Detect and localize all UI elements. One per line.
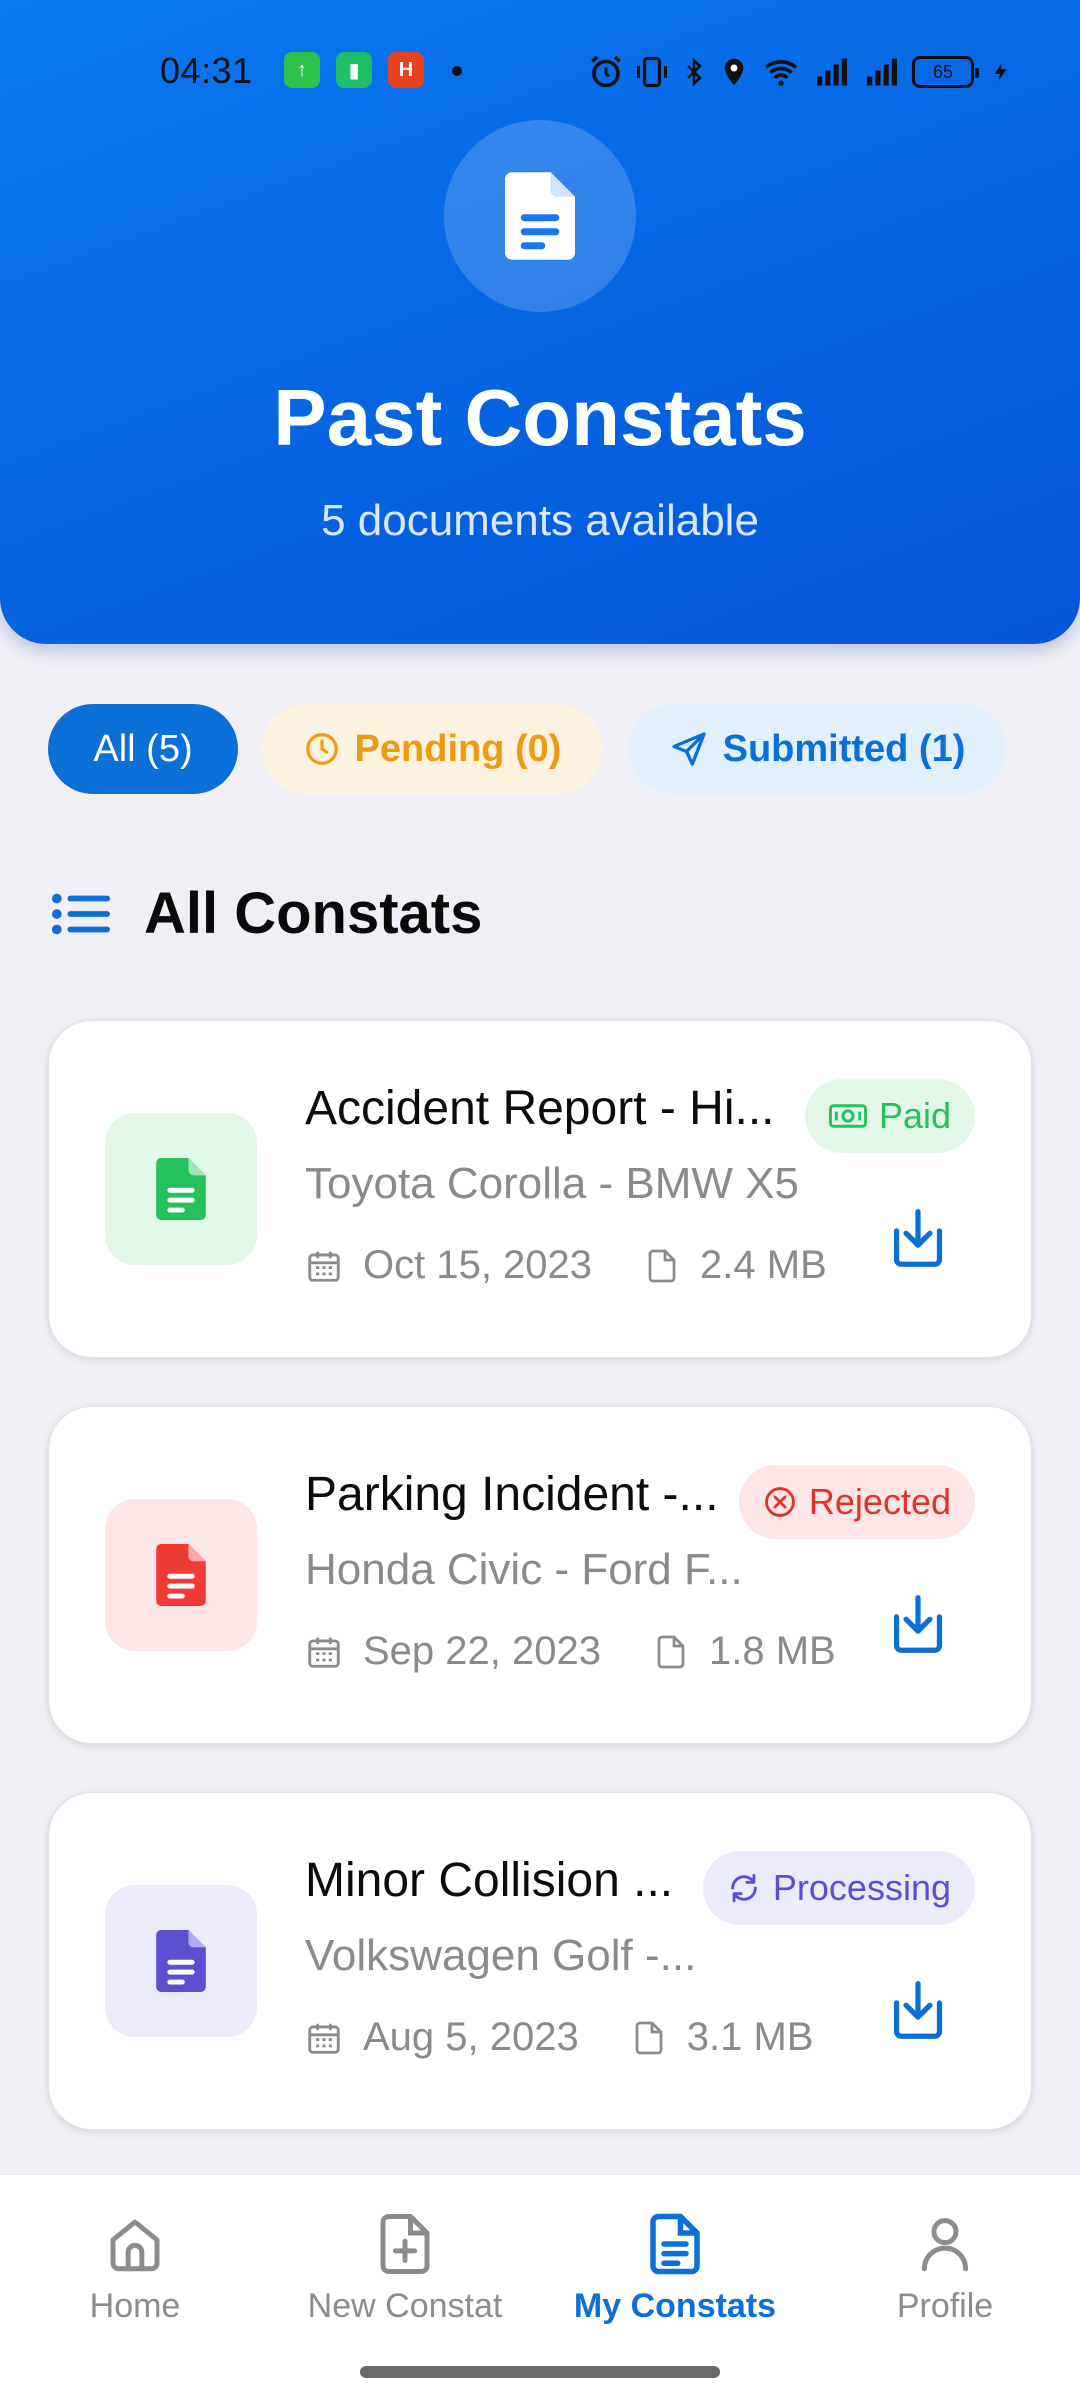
battery-level: 65 <box>932 61 954 82</box>
card-date: Oct 15, 2023 <box>363 1243 593 1287</box>
wifi-icon <box>764 60 798 86</box>
nav-new-constat[interactable]: New Constat <box>270 2211 540 2326</box>
status-badge: Processing <box>702 1851 975 1925</box>
download-icon[interactable] <box>889 1207 947 1269</box>
list-icon <box>52 893 110 934</box>
home-icon <box>110 2219 160 2272</box>
x-circle-icon <box>765 1487 795 1517</box>
status-badge: Rejected <box>738 1465 975 1539</box>
status-label: Rejected <box>808 1481 951 1522</box>
filter-all-label: All (5) <box>93 727 193 770</box>
file-text-icon <box>650 2213 700 2275</box>
status-time: 04:31 <box>160 50 253 91</box>
charging-icon <box>994 62 1007 82</box>
filter-pending-chip[interactable]: Pending (0) <box>262 704 602 794</box>
refresh-icon <box>731 1873 757 1903</box>
signal-icon-2 <box>867 58 897 86</box>
file-icon <box>657 1635 685 1668</box>
constat-card[interactable]: Accident Report - Hi... Toyota Corolla -… <box>48 1020 1032 1358</box>
status-label: Processing <box>772 1867 951 1908</box>
card-vehicles: Volkswagen Golf -... <box>305 1931 697 1980</box>
signal-icon <box>817 58 847 86</box>
document-icon <box>105 1113 257 1265</box>
card-size: 2.4 MB <box>700 1243 827 1287</box>
calendar-icon <box>308 1637 340 1668</box>
nav-profile[interactable]: Profile <box>810 2211 1080 2326</box>
filter-submitted-label: Submitted (1) <box>722 727 966 770</box>
filter-submitted-chip[interactable]: Submitted (1) <box>628 704 1006 794</box>
battery-icon: 65 <box>912 56 979 88</box>
status-label: Paid <box>878 1095 951 1136</box>
card-meta: Sep 22, 2023 1.8 MB <box>305 1629 836 1674</box>
file-icon <box>635 2021 663 2054</box>
status-icons: 65 <box>588 52 1012 92</box>
card-date: Sep 22, 2023 <box>363 1629 601 1673</box>
nav-my-constats-label: My Constats <box>573 2287 777 2325</box>
download-icon[interactable] <box>889 1979 947 2041</box>
gesture-handle <box>360 2366 720 2378</box>
card-meta: Aug 5, 2023 3.1 MB <box>305 2015 813 2060</box>
nav-my-constats[interactable]: My Constats <box>540 2211 810 2326</box>
filter-all-chip[interactable]: All (5) <box>48 704 238 794</box>
filter-pending-label: Pending (0) <box>354 727 562 770</box>
card-vehicles: Toyota Corolla - BMW X5 <box>305 1159 799 1208</box>
constat-card[interactable]: Minor Collision ... Volkswagen Golf -...… <box>48 1792 1032 2130</box>
card-vehicles: Honda Civic - Ford F... <box>305 1545 743 1594</box>
more-notifications-dot <box>452 66 462 76</box>
header-banner: 04:31 ↑ ▮ H 65 Past Constats 5 documents… <box>0 0 1080 644</box>
document-icon <box>105 1499 257 1651</box>
alarm-icon <box>591 55 621 88</box>
location-icon <box>724 58 744 86</box>
document-header-icon <box>444 120 636 312</box>
file-icon <box>648 1249 676 1282</box>
card-title: Accident Report - Hi... <box>305 1082 775 1135</box>
upload-notification-icon: ↑ <box>284 52 320 88</box>
section-header: All Constats <box>52 880 482 947</box>
person-icon <box>921 2218 969 2272</box>
clock-icon <box>305 733 338 765</box>
nav-home[interactable]: Home <box>0 2211 270 2326</box>
app-notification-icon: H <box>388 52 424 88</box>
nav-home-label: Home <box>89 2287 181 2325</box>
download-icon[interactable] <box>889 1593 947 1655</box>
status-badge: Paid <box>804 1079 975 1153</box>
page-title: Past Constats <box>273 373 807 462</box>
card-size: 1.8 MB <box>709 1629 836 1673</box>
card-meta: Oct 15, 2023 2.4 MB <box>305 1243 827 1288</box>
constat-card[interactable]: Parking Incident -... Honda Civic - Ford… <box>48 1406 1032 1744</box>
vibrate-icon <box>637 56 667 88</box>
card-size: 3.1 MB <box>686 2015 814 2059</box>
send-icon <box>671 732 706 766</box>
card-title: Minor Collision ... <box>305 1854 674 1907</box>
battery-notification-icon: ▮ <box>336 52 372 88</box>
calendar-icon <box>308 1251 340 1282</box>
nav-new-constat-label: New Constat <box>307 2287 503 2325</box>
cash-icon <box>828 1104 867 1128</box>
section-title: All Constats <box>144 881 483 946</box>
bluetooth-icon <box>687 57 702 87</box>
nav-profile-label: Profile <box>896 2287 994 2325</box>
card-date: Aug 5, 2023 <box>363 2015 579 2059</box>
document-count: 5 documents available <box>321 496 759 545</box>
card-title: Parking Incident -... <box>305 1468 719 1521</box>
status-bar: 04:31 ↑ ▮ H 65 <box>0 44 1080 100</box>
document-icon <box>105 1885 257 2037</box>
file-plus-icon <box>380 2214 430 2274</box>
calendar-icon <box>308 2023 340 2054</box>
